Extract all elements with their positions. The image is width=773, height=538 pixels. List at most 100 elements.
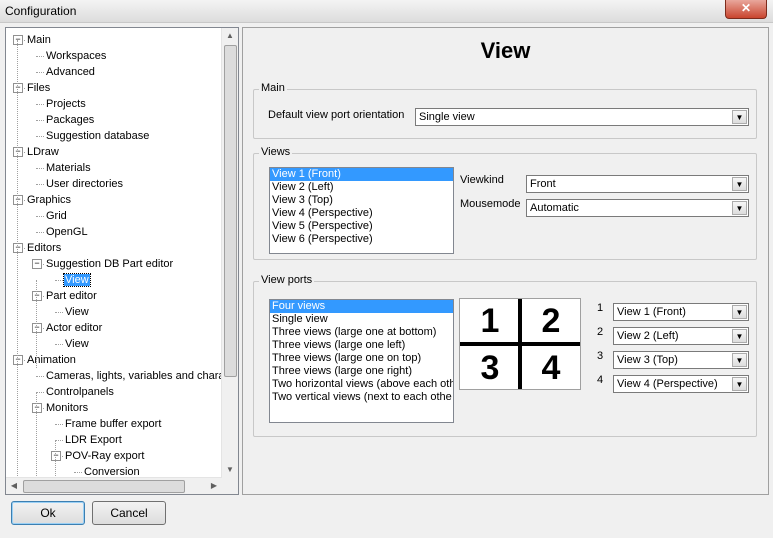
- tree-connector: [55, 424, 63, 425]
- tree-node-label: Monitors: [46, 402, 89, 414]
- scroll-left-icon[interactable]: ◀: [6, 478, 22, 494]
- tree-node-label: Suggestion database: [46, 130, 150, 142]
- slot-1-dropdown[interactable]: View 1 (Front) ▼: [613, 303, 749, 321]
- viewport-layout-item[interactable]: Three views (large one on top): [270, 352, 453, 365]
- tree-connector: [55, 440, 63, 441]
- tree-node[interactable]: View: [64, 336, 90, 352]
- views-listbox[interactable]: View 1 (Front) View 2 (Left) View 3 (Top) V…: [269, 167, 454, 254]
- tree-node[interactable]: LDraw: [26, 144, 60, 160]
- orientation-dropdown[interactable]: Single view ▼: [415, 108, 749, 126]
- view-list-item[interactable]: View 3 (Top): [270, 194, 453, 207]
- tree-horizontal-scrollbar[interactable]: ◀ ▶: [6, 477, 222, 494]
- slot-3-value: View 3 (Top): [617, 354, 678, 366]
- tree-node[interactable]: Monitors: [45, 400, 89, 416]
- viewport-layout-item[interactable]: Three views (large one right): [270, 365, 453, 378]
- tree-node[interactable]: Editors: [26, 240, 62, 256]
- tree-node[interactable]: Grid: [45, 208, 68, 224]
- collapse-toggle-icon[interactable]: −: [13, 355, 23, 365]
- tree-node-label: Main: [27, 34, 51, 46]
- tree-node[interactable]: Conversion: [83, 464, 141, 478]
- viewport-layout-item[interactable]: Two horizontal views (above each oth: [270, 378, 453, 391]
- tree-node[interactable]: OpenGL: [45, 224, 89, 240]
- collapse-toggle-icon[interactable]: −: [13, 147, 23, 157]
- preview-cell-1: 1: [480, 302, 500, 340]
- tree-node[interactable]: Packages: [45, 112, 95, 128]
- scroll-down-icon[interactable]: ▼: [222, 462, 238, 478]
- tree-node[interactable]: Suggestion database: [45, 128, 150, 144]
- view-list-item[interactable]: View 4 (Perspective): [270, 207, 453, 220]
- tree-node[interactable]: Graphics: [26, 192, 72, 208]
- tree-node[interactable]: Actor editor: [45, 320, 103, 336]
- viewport-layout-item[interactable]: Three views (large one left): [270, 339, 453, 352]
- view-list-item[interactable]: View 2 (Left): [270, 181, 453, 194]
- collapse-toggle-icon[interactable]: −: [13, 83, 23, 93]
- tree-node[interactable]: Projects: [45, 96, 87, 112]
- category-tree[interactable]: Main − Workspaces Advanced Files − Projects Pac…: [5, 27, 239, 495]
- viewkind-dropdown[interactable]: Front ▼: [526, 175, 749, 193]
- close-button[interactable]: ✕: [725, 0, 767, 19]
- chevron-down-icon[interactable]: ▼: [732, 377, 747, 391]
- scroll-up-icon[interactable]: ▲: [222, 28, 238, 44]
- chevron-down-icon[interactable]: ▼: [732, 177, 747, 191]
- horizontal-scroll-thumb[interactable]: [23, 480, 185, 493]
- tree-node[interactable]: View: [63, 272, 91, 288]
- tree-node-label: Grid: [46, 210, 67, 222]
- dialog-body: Main − Workspaces Advanced Files − Projects Pac…: [0, 23, 773, 538]
- tree-node[interactable]: POV-Ray export: [64, 448, 145, 464]
- collapse-toggle-icon[interactable]: −: [13, 195, 23, 205]
- tree-node[interactable]: Materials: [45, 160, 92, 176]
- collapse-toggle-icon[interactable]: −: [13, 243, 23, 253]
- chevron-down-icon[interactable]: ▼: [732, 110, 747, 124]
- tree-node[interactable]: Main: [26, 32, 52, 48]
- preview-cell-3: 3: [480, 349, 500, 387]
- chevron-down-icon[interactable]: ▼: [732, 353, 747, 367]
- main-group: Main Default view port orientation Singl…: [253, 82, 757, 139]
- tree-connector: [55, 440, 56, 478]
- tree-node[interactable]: View: [64, 304, 90, 320]
- tree-node[interactable]: Workspaces: [45, 48, 107, 64]
- mousemode-dropdown[interactable]: Automatic ▼: [526, 199, 749, 217]
- tree-node[interactable]: Suggestion DB Part editor: [45, 256, 174, 272]
- cancel-button[interactable]: Cancel: [92, 501, 166, 525]
- tree-node[interactable]: Cameras, lights, variables and chara: [45, 368, 222, 384]
- slot-1-number: 1: [597, 302, 604, 314]
- tree-node[interactable]: Frame buffer export: [64, 416, 162, 432]
- chevron-down-icon[interactable]: ▼: [732, 201, 747, 215]
- collapse-toggle-icon[interactable]: −: [51, 451, 61, 461]
- viewport-layout-item[interactable]: Four views: [270, 300, 453, 313]
- slot-2-dropdown[interactable]: View 2 (Left) ▼: [613, 327, 749, 345]
- tree-node-label: Controlpanels: [46, 386, 114, 398]
- view-list-item[interactable]: View 5 (Perspective): [270, 220, 453, 233]
- tree-connector: [36, 232, 44, 233]
- viewport-layout-item[interactable]: Three views (large one at bottom): [270, 326, 453, 339]
- tree-node[interactable]: Animation: [26, 352, 77, 368]
- viewports-listbox[interactable]: Four views Single view Three views (large …: [269, 299, 454, 423]
- view-list-item[interactable]: View 6 (Perspective): [270, 233, 453, 246]
- viewport-layout-item[interactable]: Single view: [270, 313, 453, 326]
- tree-node[interactable]: Advanced: [45, 64, 96, 80]
- tree-node-label: Graphics: [27, 194, 72, 206]
- tree-node[interactable]: Part editor: [45, 288, 98, 304]
- chevron-down-icon[interactable]: ▼: [732, 305, 747, 319]
- tree-vertical-scrollbar[interactable]: ▲ ▼: [221, 28, 238, 478]
- view-list-item[interactable]: View 1 (Front): [270, 168, 453, 181]
- collapse-toggle-icon[interactable]: −: [32, 403, 42, 413]
- scroll-right-icon[interactable]: ▶: [206, 478, 222, 494]
- collapse-toggle-icon[interactable]: −: [32, 323, 42, 333]
- layout-preview: 1 2 3 4: [459, 298, 581, 390]
- collapse-toggle-icon[interactable]: −: [32, 259, 42, 269]
- slot-4-dropdown[interactable]: View 4 (Perspective) ▼: [613, 375, 749, 393]
- tree-node[interactable]: Controlpanels: [45, 384, 115, 400]
- collapse-toggle-icon[interactable]: −: [32, 291, 42, 301]
- tree-node[interactable]: LDR Export: [64, 432, 123, 448]
- collapse-toggle-icon[interactable]: −: [13, 35, 23, 45]
- preview-cell-4: 4: [541, 349, 561, 387]
- viewport-layout-item[interactable]: Two vertical views (next to each othe: [270, 391, 453, 404]
- chevron-down-icon[interactable]: ▼: [732, 329, 747, 343]
- tree-node[interactable]: Files: [26, 80, 51, 96]
- vertical-scroll-thumb[interactable]: [224, 45, 237, 377]
- slot-3-dropdown[interactable]: View 3 (Top) ▼: [613, 351, 749, 369]
- tree-node[interactable]: User directories: [45, 176, 124, 192]
- tree-node-label: OpenGL: [46, 226, 88, 238]
- ok-button[interactable]: Ok: [11, 501, 85, 525]
